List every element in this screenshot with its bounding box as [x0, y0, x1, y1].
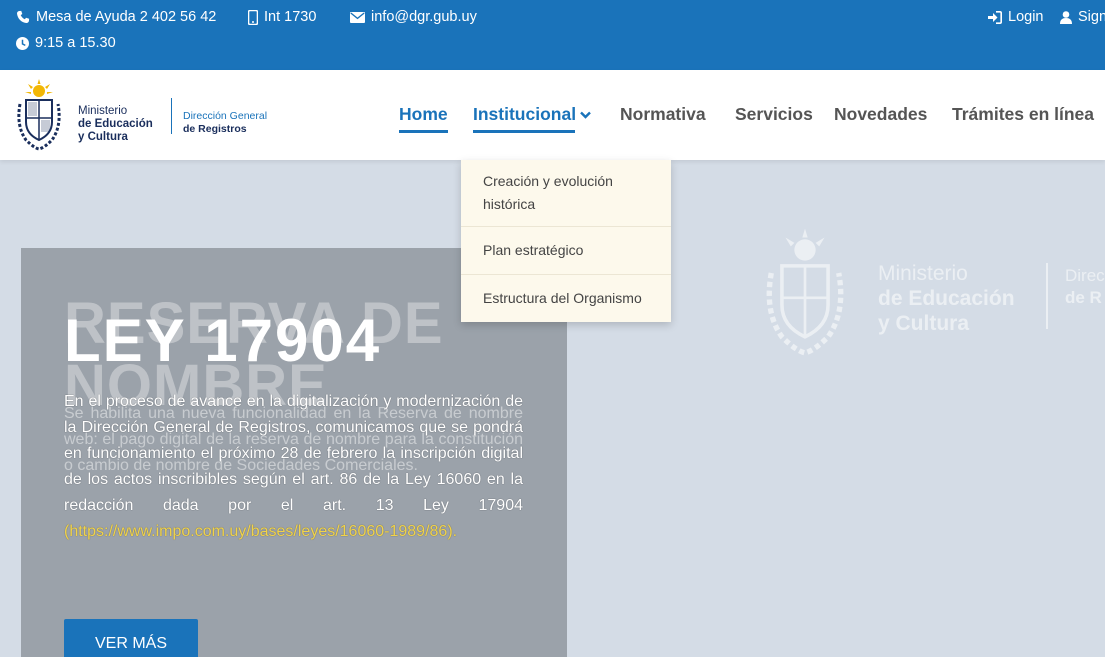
slide-title: LEY 17904 [64, 307, 382, 374]
main-header: Ministerio de Educación y Cultura Direcc… [0, 70, 1105, 160]
logo-divider [171, 98, 172, 134]
chevron-down-icon [580, 111, 591, 119]
office-hours-label: 9:15 a 15.30 [35, 35, 116, 51]
watermark-logo: Ministerio de Educación y Cultura Direc … [750, 225, 1105, 365]
watermark-ministry: Ministerio de Educación y Cultura [878, 262, 1015, 335]
nav-home[interactable]: Home [399, 104, 448, 133]
nav-servicios[interactable]: Servicios [735, 104, 813, 125]
contact-email-label: info@dgr.gub.uy [371, 9, 477, 25]
coat-of-arms-icon [17, 79, 61, 151]
nav-normativa[interactable]: Normativa [620, 104, 706, 125]
sign-in-icon [988, 10, 1002, 24]
office-hours: 9:15 a 15.30 [16, 35, 116, 51]
dropdown-item-historia[interactable]: Creación y evolución histórica [461, 160, 671, 227]
sign-up-link[interactable]: Sign [1060, 9, 1105, 25]
nav-tramites[interactable]: Trámites en línea [952, 104, 1094, 125]
ministry-name: Ministerio de Educación y Cultura [78, 105, 153, 143]
dropdown-item-estructura[interactable]: Estructura del Organismo [461, 275, 671, 322]
slide-text: En el proceso de avance en la digitaliza… [64, 389, 523, 545]
agency-name: Dirección General de Registros [183, 110, 268, 135]
internal-number-label: Int 1730 [264, 9, 317, 25]
helpdesk-phone[interactable]: Mesa de Ayuda 2 402 56 42 [16, 9, 216, 25]
user-icon [1060, 10, 1072, 24]
nav-institucional[interactable]: Institucional [473, 104, 591, 133]
login-label: Login [1008, 9, 1044, 25]
top-info-bar: Mesa de Ayuda 2 402 56 42 Int 1730 info@… [0, 0, 1105, 70]
nav-novedades[interactable]: Novedades [834, 104, 927, 125]
watermark-agency: Direc de R [1065, 266, 1105, 307]
institucional-dropdown: Creación y evolución histórica Plan estr… [461, 160, 671, 322]
helpdesk-phone-label: Mesa de Ayuda 2 402 56 42 [36, 9, 217, 25]
internal-number: Int 1730 [248, 9, 316, 25]
see-more-button[interactable]: VER MÁS [64, 619, 198, 657]
sign-label: Sign [1078, 9, 1105, 25]
mobile-icon [248, 9, 258, 25]
envelope-icon [350, 11, 365, 23]
contact-email[interactable]: info@dgr.gub.uy [350, 9, 477, 25]
watermark-divider [1046, 263, 1048, 329]
nav-institucional-label: Institucional [473, 104, 577, 124]
slide-text-link[interactable]: (https://www.impo.com.uy/bases/leyes/160… [64, 523, 457, 540]
site-logo[interactable]: Ministerio de Educación y Cultura Direcc… [8, 78, 273, 152]
dropdown-item-plan[interactable]: Plan estratégico [461, 227, 671, 275]
slide-text-body: En el proceso de avance en la digitaliza… [64, 393, 523, 514]
coat-of-arms-watermark-icon [766, 228, 844, 356]
clock-icon [16, 36, 29, 50]
phone-icon [17, 10, 30, 23]
login-link[interactable]: Login [988, 9, 1043, 25]
